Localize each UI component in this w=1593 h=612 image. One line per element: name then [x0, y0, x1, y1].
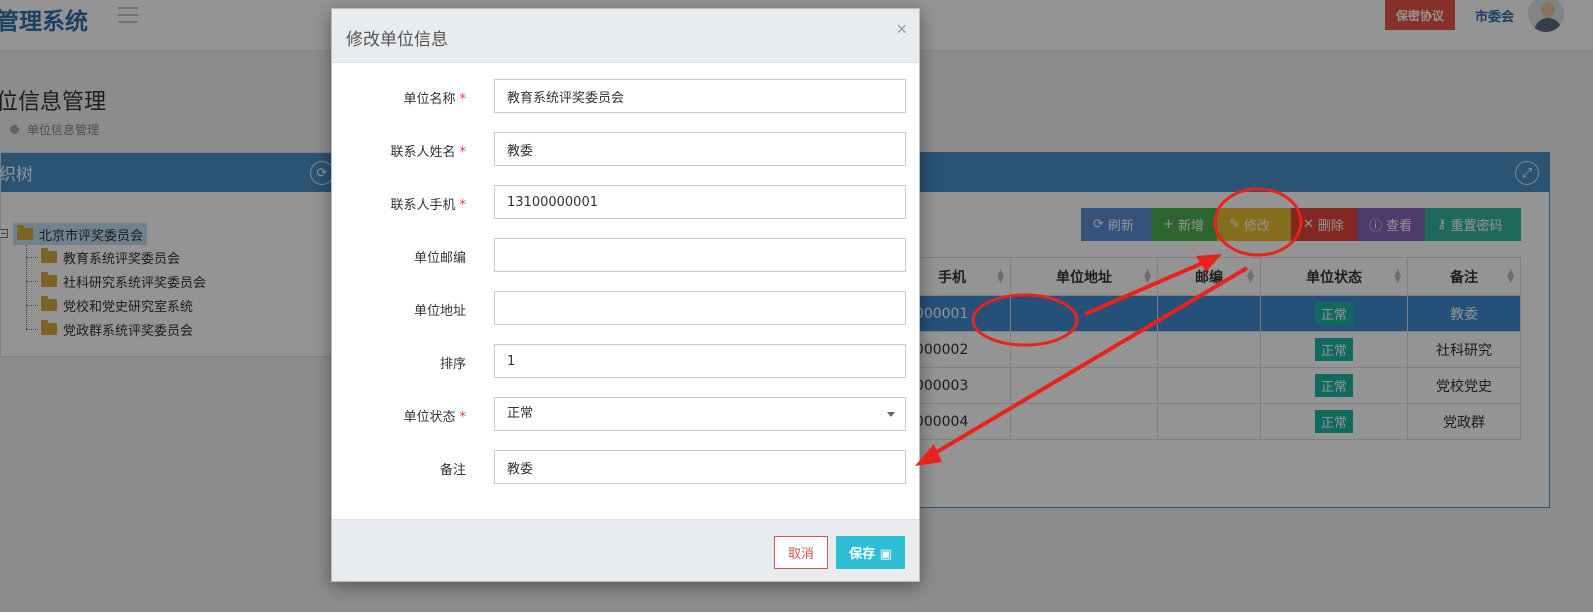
save-icon: ▣: [879, 547, 892, 562]
field-label: 排序: [439, 357, 466, 372]
form-row-phone: 联系人手机 *: [332, 185, 921, 219]
form-row-name: 单位名称 *: [332, 79, 921, 113]
cancel-button[interactable]: 取消: [774, 536, 828, 569]
chevron-down-icon: [887, 412, 895, 417]
edit-unit-dialog: 修改单位信息 × 单位名称* 联系人姓名* 联系人手机* 单位邮编 单位地址 排…: [331, 8, 920, 582]
field-label: 单位邮编: [413, 251, 466, 266]
form-row-note: 备注: [332, 450, 921, 484]
contact-phone-input[interactable]: [494, 185, 906, 219]
dialog-footer: 取消 保存 ▣: [332, 519, 919, 581]
field-label: 备注: [439, 463, 466, 478]
dialog-title: 修改单位信息: [346, 30, 448, 50]
status-select-value: 正常: [507, 406, 534, 421]
form-row-contact: 联系人姓名 *: [332, 132, 921, 166]
dialog-header: 修改单位信息 ×: [332, 9, 919, 63]
save-label: 保存: [849, 547, 876, 562]
field-label: 单位名称 *: [403, 92, 467, 107]
required-mark: *: [459, 92, 467, 107]
field-label: 联系人姓名 *: [390, 145, 467, 160]
form-row-address: 单位地址: [332, 291, 921, 325]
note-input[interactable]: [494, 450, 906, 484]
address-input[interactable]: [494, 291, 906, 325]
form-row-sort: 排序: [332, 344, 921, 378]
field-label: 联系人手机 *: [390, 198, 467, 213]
unit-name-input[interactable]: [494, 79, 906, 113]
zip-input[interactable]: [494, 238, 906, 272]
close-icon[interactable]: ×: [896, 19, 907, 40]
sort-input[interactable]: [494, 344, 906, 378]
required-mark: *: [459, 198, 467, 213]
contact-name-input[interactable]: [494, 132, 906, 166]
field-label: 单位状态 *: [403, 410, 467, 425]
required-mark: *: [459, 145, 467, 160]
save-button[interactable]: 保存 ▣: [836, 536, 905, 569]
form-row-zip: 单位邮编: [332, 238, 921, 272]
status-select[interactable]: 正常: [494, 397, 906, 431]
form-row-status: 单位状态 * 正常: [332, 397, 921, 431]
field-label: 单位地址: [413, 304, 466, 319]
required-mark: *: [459, 410, 467, 425]
